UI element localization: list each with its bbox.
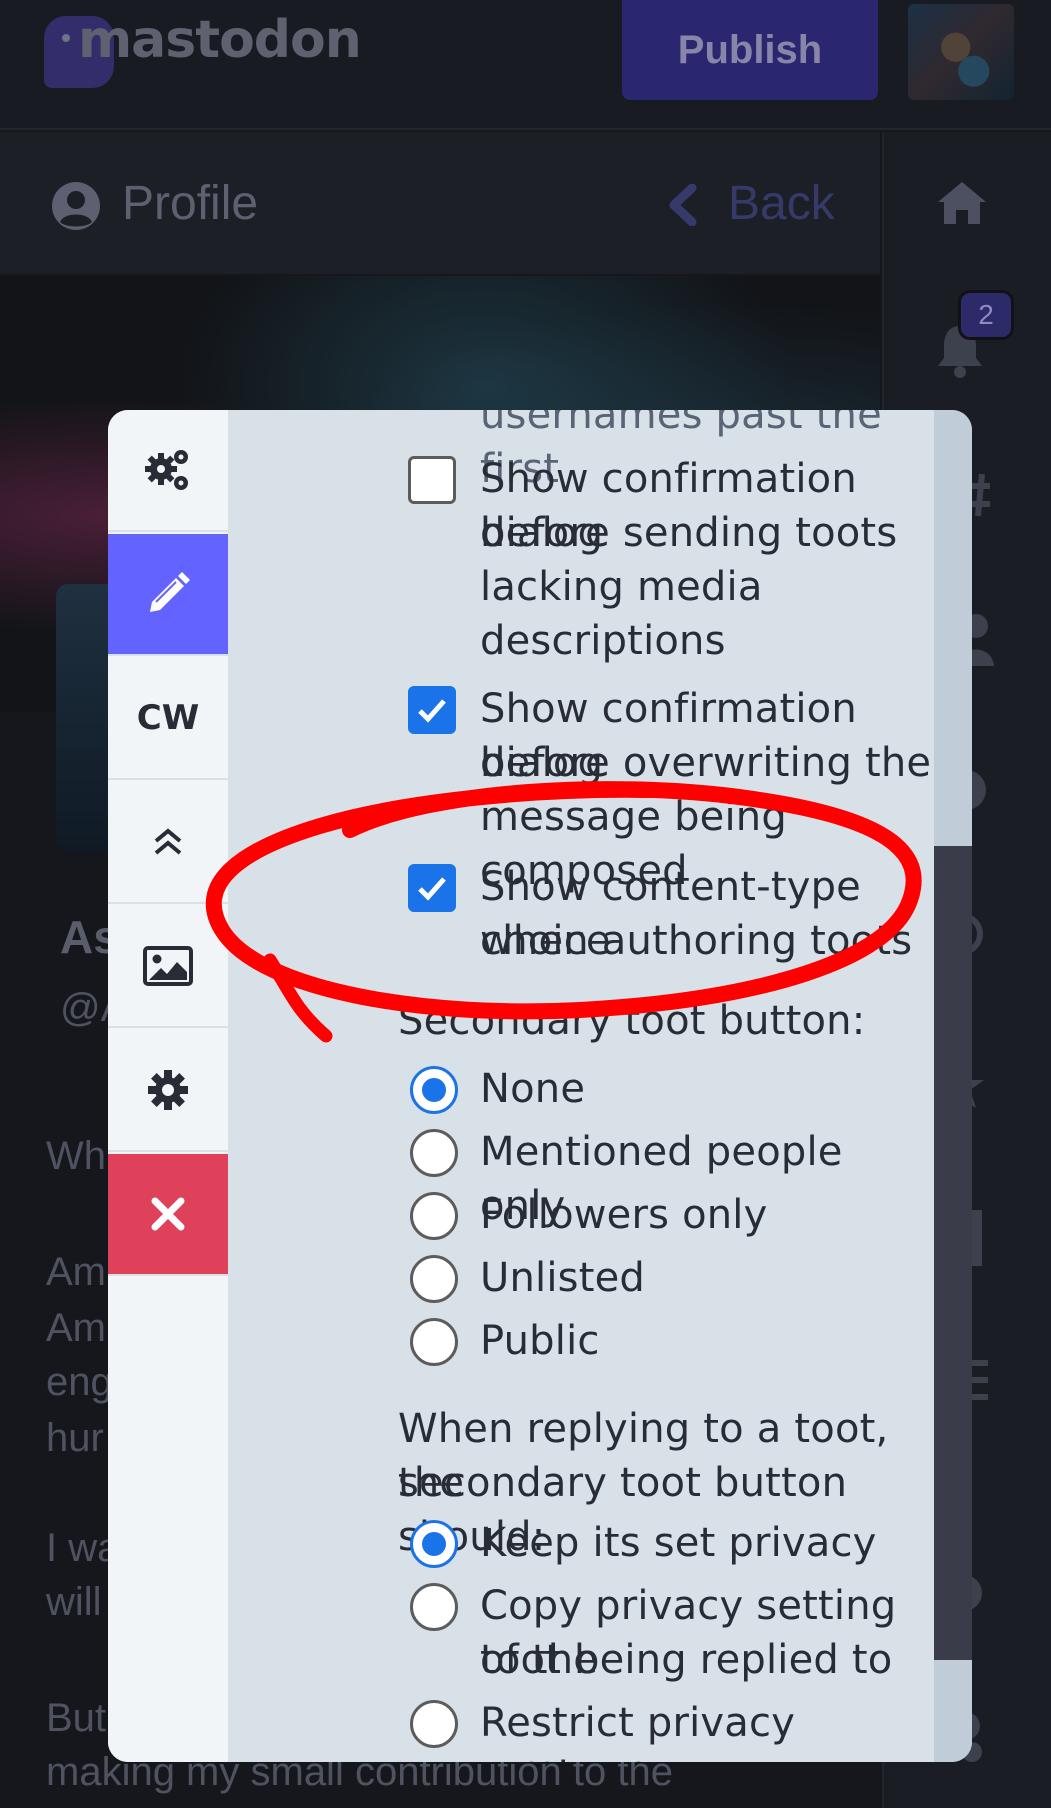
bio-text: will <box>46 1580 102 1624</box>
top-bar: mastodon Publish <box>0 0 1051 130</box>
column-title: Profile <box>122 177 259 230</box>
reply-option-radio[interactable] <box>410 1700 458 1748</box>
check-icon <box>418 877 446 901</box>
bio-text: Wh <box>46 1134 106 1178</box>
tab-media[interactable] <box>108 906 228 1028</box>
checkbox-label-line: descriptions <box>480 618 726 664</box>
avatar[interactable] <box>908 4 1014 100</box>
double-chevron-up-icon <box>154 828 182 855</box>
reply-option-radio[interactable] <box>410 1520 458 1568</box>
bio-text: But <box>46 1696 107 1740</box>
cogs-icon <box>145 450 188 490</box>
reply-option-radio[interactable] <box>410 1583 458 1631</box>
tab-close[interactable] <box>108 1154 228 1276</box>
tab-advanced-settings[interactable] <box>108 410 228 532</box>
checkbox-label-line: before sending toots <box>480 510 898 556</box>
check-icon <box>418 699 446 723</box>
image-icon <box>143 946 193 986</box>
modal-tab-bar: CW <box>108 410 228 1762</box>
notifications-badge: 2 <box>958 290 1014 340</box>
chevron-left-icon[interactable] <box>666 184 698 226</box>
mastodon-logo-text: mastodon <box>78 10 362 70</box>
tab-preferences[interactable] <box>108 1030 228 1152</box>
secondary-option-label[interactable]: Public <box>480 1314 600 1368</box>
gear-icon <box>148 1070 188 1110</box>
bio-text: hur <box>46 1416 104 1460</box>
media-description-confirm-checkbox[interactable] <box>408 456 456 504</box>
checkbox-label-line: when authoring toots <box>480 918 913 964</box>
close-icon <box>151 1197 185 1231</box>
checkbox-label-line: before overwriting the <box>480 740 932 786</box>
reply-option-label[interactable]: Keep its set privacy <box>480 1516 877 1570</box>
home-icon[interactable] <box>936 180 988 226</box>
bio-text: Am <box>46 1306 106 1350</box>
secondary-option-label[interactable]: Unlisted <box>480 1251 645 1305</box>
bio-text: Am <box>46 1250 106 1294</box>
secondary-option-radio[interactable] <box>410 1255 458 1303</box>
bio-text: eng <box>46 1360 113 1404</box>
secondary-option-radio[interactable] <box>410 1192 458 1240</box>
tab-composing[interactable] <box>108 534 228 656</box>
content-type-choice-checkbox[interactable] <box>408 864 456 912</box>
checkbox-label-line: lacking media <box>480 564 763 610</box>
scrollbar-thumb[interactable] <box>934 846 972 1660</box>
secondary-option-radio[interactable] <box>410 1318 458 1366</box>
pencil-icon <box>150 572 190 612</box>
secondary-button-heading: Secondary toot button: <box>398 998 866 1044</box>
back-button[interactable]: Back <box>728 176 835 231</box>
user-circle-icon <box>52 182 100 230</box>
publish-button[interactable]: Publish <box>622 0 878 100</box>
cw-label: CW <box>136 698 200 738</box>
settings-pane: usernames past the first Show confirmati… <box>228 410 934 1762</box>
compose-options-modal: CW usernames past the first Show confirm… <box>108 410 972 1762</box>
secondary-option-label[interactable]: None <box>480 1062 585 1116</box>
tab-content-warnings[interactable]: CW <box>108 658 228 780</box>
secondary-option-radio[interactable] <box>410 1066 458 1114</box>
secondary-option-radio[interactable] <box>410 1129 458 1177</box>
reply-option-label[interactable]: Restrict privacy setting to <box>480 1696 934 1762</box>
secondary-option-label[interactable]: Followers only <box>480 1188 768 1242</box>
tab-collapsed[interactable] <box>108 782 228 904</box>
overwrite-confirm-checkbox[interactable] <box>408 686 456 734</box>
reply-option-label[interactable]: toot being replied to <box>480 1633 892 1687</box>
mastodon-logo[interactable]: mastodon <box>44 8 362 88</box>
